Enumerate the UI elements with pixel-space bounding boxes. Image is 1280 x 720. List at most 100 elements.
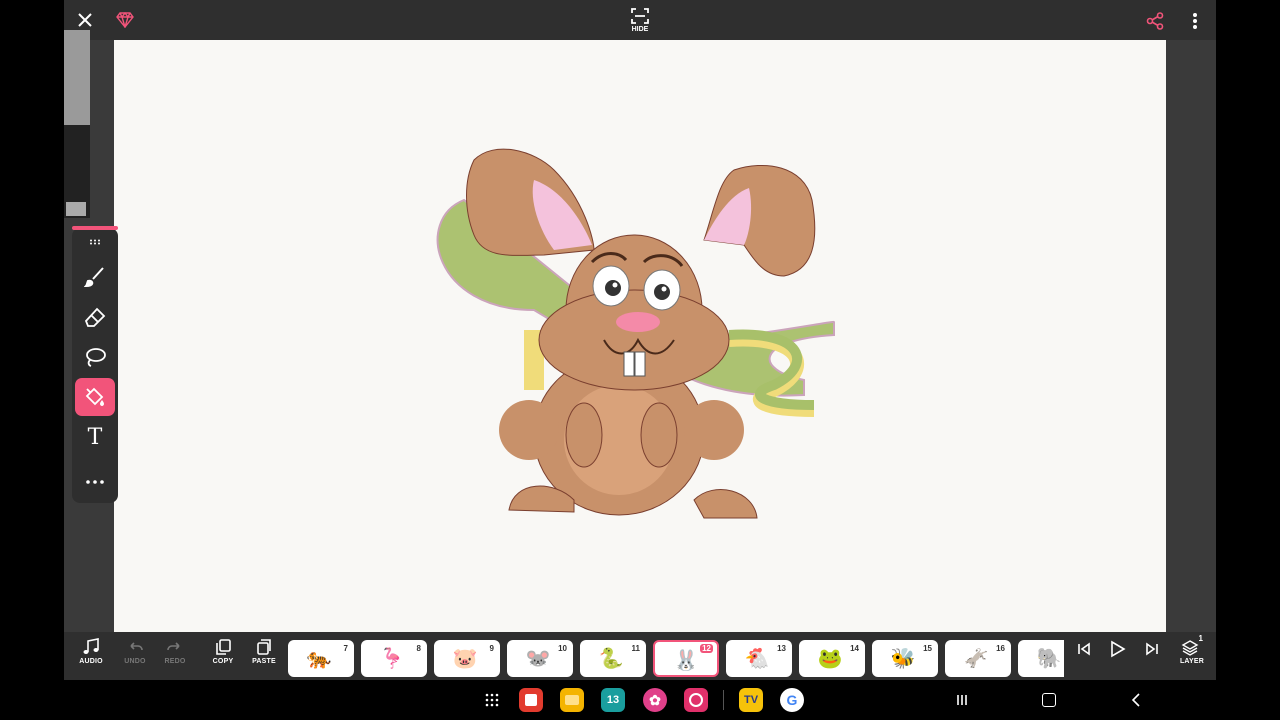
frame-number: 12 [700,644,713,653]
frame-image: 🐍 [598,648,624,670]
tv-label: TV [743,694,759,706]
google-app-icon[interactable]: G [780,688,804,712]
bunny-drawing [436,148,835,519]
frame-thumbnail[interactable]: 🐭 10 [507,640,573,677]
fill-bucket-icon [85,387,104,406]
frame-thumbnail[interactable]: 🐝 15 [872,640,938,677]
frame-number: 7 [343,644,348,653]
layer-count: 1 [1198,634,1203,643]
audio-label: AUDIO [79,658,103,665]
frame-thumbnail[interactable]: 🐍 11 [580,640,646,677]
frame-thumbnail[interactable]: 🐔 13 [726,640,792,677]
paste-button[interactable]: PASTE [244,638,284,676]
app-window: HIDE T AUDIO UNDO REDO COPY PASTE 🐅 7 🦩 … [64,0,1216,680]
paste-label: PASTE [252,658,276,665]
last-frame-button[interactable] [1137,642,1167,680]
hide-icon [631,8,649,24]
google-label: G [786,692,798,708]
hide-button[interactable]: HIDE [624,3,656,37]
ellipsis-icon [86,480,104,484]
frame-number: 9 [489,644,494,653]
frame-image: 🐅 [306,648,332,670]
frame-number: 8 [416,644,421,653]
frame-thumbnail[interactable]: 🐸 14 [799,640,865,677]
frame-number: 15 [923,644,932,653]
redo-label: REDO [164,658,186,665]
system-navbar: 13 ✿ TV G [0,680,1280,720]
frame-image: 🐘 [1036,648,1062,670]
calendar-day: 13 [606,694,620,706]
frame-number: 14 [850,644,859,653]
frame-strip: 🐅 7 🦩 8 🐷 9 🐭 10 🐍 11 🐰 12 🐔 13 🐸 14 🐝 15 🫏 16 🐘 [288,635,1064,677]
eraser-tool[interactable] [75,298,115,336]
home-icon[interactable] [1037,688,1061,712]
folder-app-icon[interactable] [560,688,584,712]
frame-thumbnail[interactable]: 🐷 9 [434,640,500,677]
text-icon: T [87,424,103,450]
play-icon [1111,640,1126,658]
copy-button[interactable]: COPY [203,638,243,676]
close-icon[interactable] [74,9,96,31]
audio-button[interactable]: AUDIO [71,638,111,676]
redo-button[interactable]: REDO [155,638,195,676]
frame-image: 🐝 [890,648,916,670]
text-tool[interactable]: T [75,418,115,456]
brush-icon [84,267,104,288]
hide-label: HIDE [631,26,649,33]
undo-label: UNDO [124,658,146,665]
drawing-canvas[interactable] [114,40,1166,632]
eraser-icon [84,307,106,327]
first-frame-button[interactable] [1069,642,1099,680]
layer-button[interactable]: 1 LAYER [1172,634,1212,676]
brush-tool[interactable] [75,258,115,296]
redo-icon [167,642,180,651]
drag-handle-icon[interactable] [75,232,115,252]
lasso-icon [86,348,106,367]
back-icon[interactable] [1124,688,1148,712]
app-icon-red[interactable] [519,688,543,712]
side-thumbnail-strip[interactable] [64,30,90,218]
top-bar: HIDE [64,0,1216,40]
frame-number: 16 [996,644,1005,653]
lasso-tool[interactable] [75,338,115,376]
fill-tool[interactable] [75,378,115,416]
frame-image: 🐔 [744,648,770,670]
frame-number: 10 [558,644,567,653]
frame-thumbnail[interactable]: 🐅 7 [288,640,354,677]
bottom-bar: AUDIO UNDO REDO COPY PASTE 🐅 7 🦩 8 🐷 9 🐭 10 … [64,632,1216,680]
frame-thumbnail[interactable]: 🐘 [1018,640,1064,677]
undo-button[interactable]: UNDO [115,638,155,676]
frame-thumbnail[interactable]: 🫏 16 [945,640,1011,677]
frame-image: 🐭 [525,648,551,670]
tv-app-icon[interactable]: TV [739,688,763,712]
flower-app-icon[interactable]: ✿ [643,688,667,712]
music-note-icon [83,638,99,654]
frame-image: 🐸 [817,648,843,670]
frame-thumbnail[interactable]: 🦩 8 [361,640,427,677]
paste-icon [257,639,271,655]
dock-divider [723,690,724,710]
calendar-app-icon[interactable]: 13 [601,688,625,712]
undo-icon [130,642,143,651]
frame-image: 🐷 [452,648,478,670]
recents-icon[interactable] [950,688,974,712]
frame-thumbnail-active[interactable]: 🐰 12 [653,640,719,677]
tool-palette: T [72,226,118,503]
skip-forward-icon [1146,642,1158,656]
copy-label: COPY [212,658,234,665]
frame-number: 13 [777,644,786,653]
copy-icon [216,639,231,655]
frame-image: 🫏 [963,648,989,670]
skip-back-icon [1078,642,1090,656]
more-tools-button[interactable] [75,463,115,501]
gem-icon[interactable] [114,9,136,31]
layer-label: LAYER [1179,658,1205,665]
frame-number: 11 [631,644,640,653]
apps-grid-icon[interactable] [480,688,504,712]
layers-icon [1181,640,1199,656]
camera-app-icon[interactable] [684,688,708,712]
share-icon[interactable] [1144,10,1166,32]
more-icon[interactable] [1184,10,1206,32]
frame-image: 🐰 [673,650,699,672]
play-button[interactable] [1102,640,1132,678]
